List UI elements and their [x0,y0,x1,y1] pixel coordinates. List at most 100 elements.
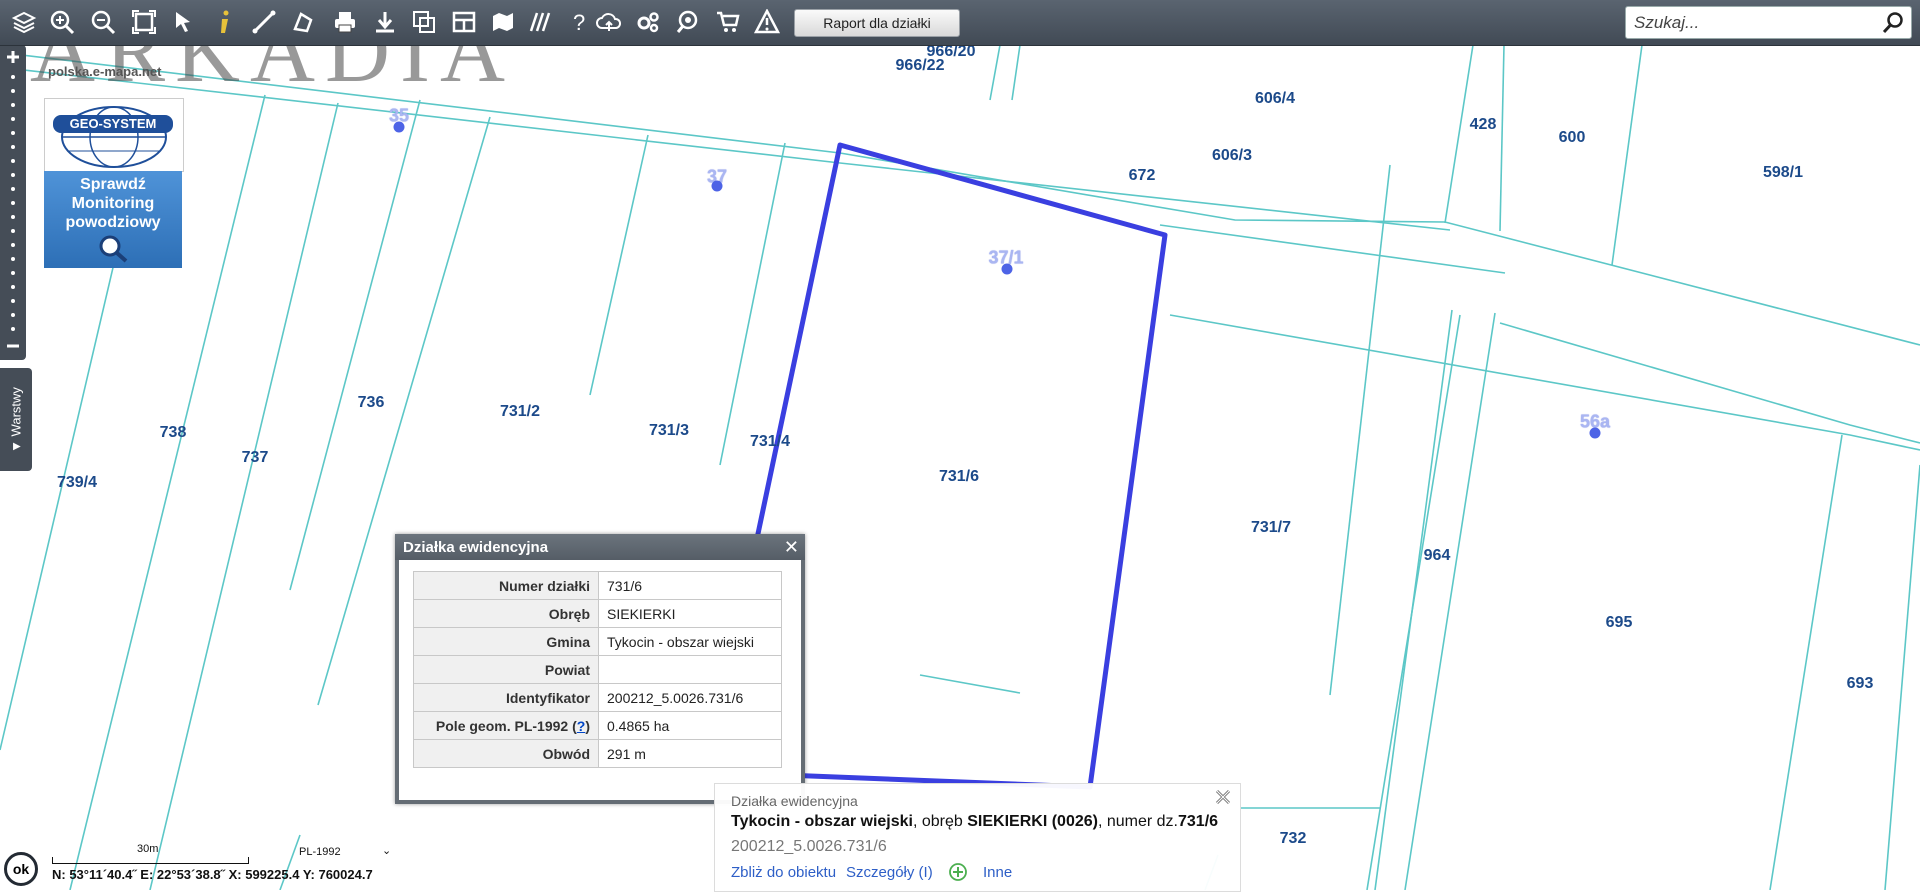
table-row: Obwód 291 m [413,739,782,768]
table-row: Obręb SIEKIERKI [413,599,782,628]
logo-text: GEO-SYSTEM [53,115,173,133]
parcel-label[interactable]: 738 [160,424,187,442]
parcel-label[interactable]: 739/4 [57,474,97,492]
obreb-name: SIEKIERKI (0026) [967,813,1098,830]
ok-button[interactable]: ok [4,852,38,886]
print-icon[interactable] [330,7,360,37]
copy-icon[interactable] [409,7,439,37]
geo-system-logo[interactable]: GEO-SYSTEM [44,98,184,172]
address-point-icon[interactable] [711,180,723,192]
parcel-label[interactable]: 693 [1847,675,1874,693]
parcel-label[interactable]: 964 [1424,547,1451,565]
warning-icon[interactable] [752,7,782,37]
other-link[interactable]: Inne [983,864,1012,881]
measure-area-icon[interactable] [288,7,318,37]
parcel-label[interactable]: 606/3 [1212,147,1252,165]
attribute-key: Numer działki [413,571,599,600]
info-panel-description: Tykocin - obszar wiejski, obręb SIEKIERK… [731,813,1218,831]
help-link[interactable]: ? [577,718,586,734]
attribute-value: 291 m [598,739,782,768]
parcel-label[interactable]: 695 [1606,614,1633,632]
parcel-attributes-table: Numer działki 731/6 Obręb SIEKIERKI Gmina T… [413,571,782,768]
table-row: Gmina Tykocin - obszar wiejski [413,627,782,656]
table-row: Powiat [413,655,782,684]
table-row: Pole geom. PL-1992 (?) 0.4865 ha [413,711,782,740]
attribute-value: 731/6 [598,571,782,600]
popup-header[interactable]: Działka ewidencyjna ✕ [395,534,805,560]
layers-icon[interactable] [9,7,39,37]
parcel-label[interactable]: 731/3 [649,422,689,440]
help-icon[interactable]: ? [564,7,594,37]
parcel-label[interactable]: 737 [242,449,269,467]
parcel-label[interactable]: 731/7 [1251,519,1291,537]
zoom-to-object-link[interactable]: Zbliż do obiektu [731,864,836,881]
layout-icon[interactable] [449,7,479,37]
select-arrow-icon[interactable] [169,7,199,37]
parcel-report-button[interactable]: Raport dla działki [794,9,960,37]
attribute-value: SIEKIERKI [598,599,782,628]
address-point-icon[interactable] [1001,263,1013,275]
parcel-label[interactable]: 606/4 [1255,90,1295,108]
map-canvas[interactable]: 966/20 966/22 606/4 428 600 598/1 606/3 … [0,43,1920,890]
flood-monitoring-banner[interactable]: Sprawdź Monitoring powodziowy [44,171,182,268]
zoom-in-icon[interactable] [5,49,21,65]
parcel-label[interactable]: 598/1 [1763,164,1803,182]
details-link[interactable]: Szczegóły (I) [846,864,933,881]
attribute-value: Tykocin - obszar wiejski [598,627,782,656]
layers-label: Warstwy [8,386,24,436]
cloud-upload-icon[interactable] [594,7,624,37]
gmina-name: Tykocin - obszar wiejski [731,813,913,830]
parcel-info-popup: Działka ewidencyjna ✕ Numer działki 731/6… [395,534,805,804]
parcel-label[interactable]: 966/22 [896,57,945,75]
object-info-panel: Działka ewidencyjna Tykocin - obszar wie… [714,783,1241,892]
globe-icon [61,106,167,168]
parcel-number: 731/6 [1178,813,1219,830]
info-icon[interactable] [210,7,240,37]
settings-icon[interactable] [633,7,663,37]
zoom-extent-icon[interactable] [129,7,159,37]
flood-banner-text: Sprawdź Monitoring powodziowy [65,176,161,231]
chevron-down-icon[interactable]: ⌄ [382,844,391,857]
attribute-key: Identyfikator [413,683,599,712]
zoom-out-icon[interactable] [88,7,118,37]
svg-text:?: ? [573,10,585,35]
plus-icon[interactable] [948,862,968,882]
zoom-out-icon[interactable] [5,338,21,354]
attribute-key: Pole geom. PL-1992 (?) [413,711,599,740]
attribute-key: Powiat [413,655,599,684]
close-icon[interactable]: ✕ [784,537,799,558]
close-icon[interactable] [1214,788,1232,806]
parcel-label[interactable]: 428 [1470,116,1497,134]
search-icon[interactable] [1881,11,1905,35]
scale-label: 30m [137,843,159,855]
parcel-label[interactable]: 600 [1559,129,1586,147]
toolbar: ? Raport dla działki [0,0,1920,46]
zoom-slider[interactable] [0,45,26,360]
parcel-label[interactable]: 731/2 [500,403,540,421]
coordinates-readout: N: 53°11´40.4˝ E: 22°53´38.8˝ X: 599225.… [52,867,373,882]
address-point-icon[interactable] [393,121,405,133]
parcel-label[interactable]: 736 [358,394,385,412]
chevron-right-icon: ▼ [8,435,24,453]
address-point-icon[interactable] [1589,427,1601,439]
attribute-value: 200212_5.0026.731/6 [598,683,782,712]
layers-tab[interactable]: ▼ Warstwy [0,368,32,471]
crs-selector[interactable]: PL-1992 [299,846,341,858]
search-box [1625,6,1912,39]
parcel-label[interactable]: 731/4 [750,433,790,451]
zoom-in-icon[interactable] [47,7,77,37]
popup-title: Działka ewidencyjna [403,539,549,556]
table-row: Identyfikator 200212_5.0026.731/6 [413,683,782,712]
parcel-label[interactable]: 732 [1280,830,1307,848]
search-input[interactable] [1632,11,1876,35]
cart-icon[interactable] [713,7,743,37]
map-icon[interactable] [488,7,518,37]
parcel-label[interactable]: 672 [1129,167,1156,185]
attribute-value [598,655,782,684]
parcel-label[interactable]: 731/6 [939,468,979,486]
search-zoom-icon[interactable] [673,7,703,37]
measure-distance-icon[interactable] [249,7,279,37]
magnifier-icon [99,235,128,263]
download-icon[interactable] [370,7,400,37]
hatch-icon[interactable] [526,7,556,37]
